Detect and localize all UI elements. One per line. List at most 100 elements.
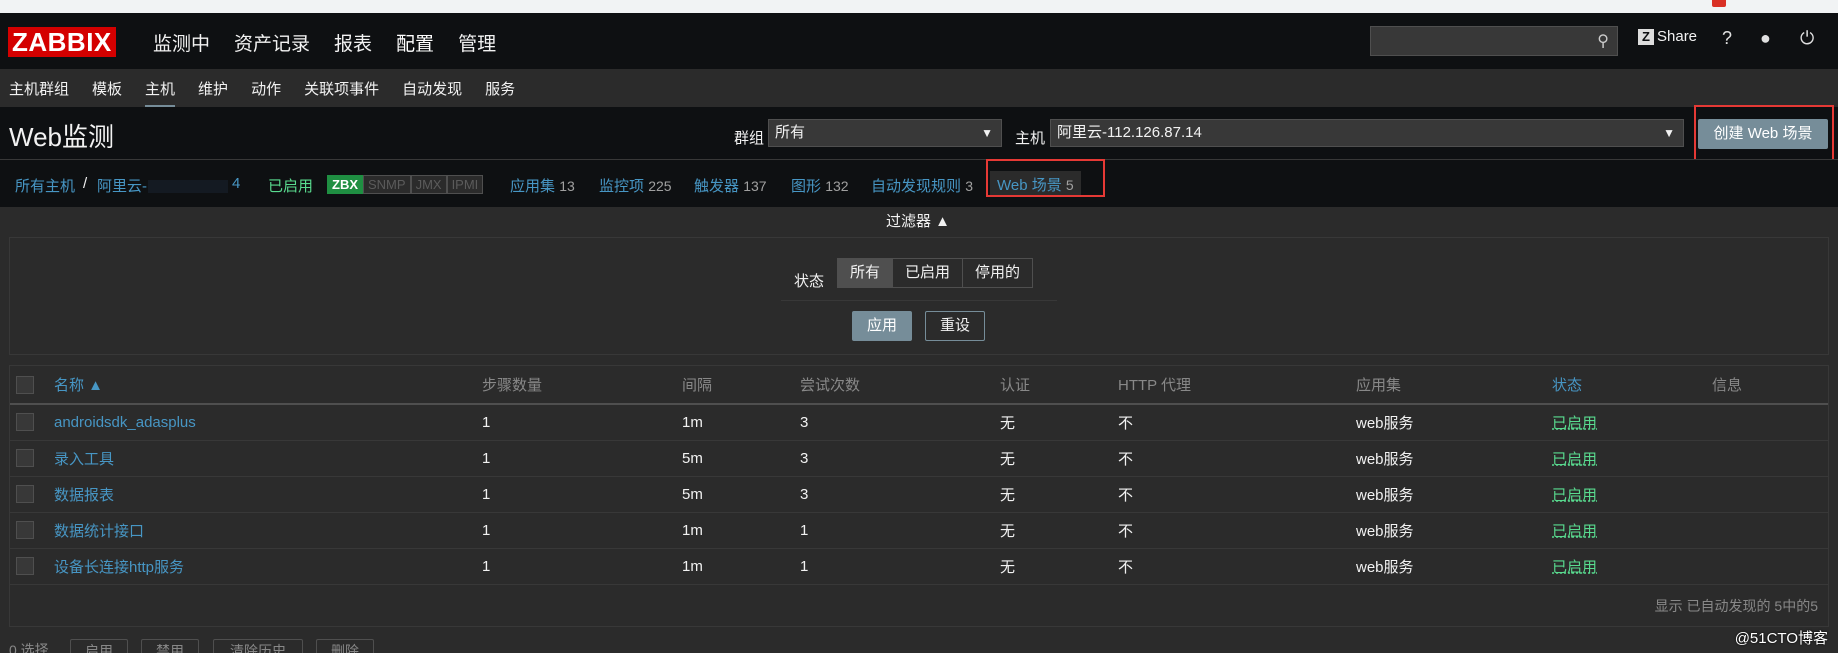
top-header: ZABBIX 监测中 资产记录 报表 配置 管理 ⚲ Z Share ? ● ⏻ xyxy=(0,13,1838,69)
attempts-cell: 1 xyxy=(800,512,1000,549)
group-value: 所有 xyxy=(775,124,806,141)
status-cell[interactable]: 已启用 xyxy=(1552,404,1712,441)
header-http-proxy: HTTP 代理 xyxy=(1118,366,1356,405)
user-icon[interactable]: ● xyxy=(1760,28,1771,49)
info-cell xyxy=(1712,476,1828,513)
submenu-actions[interactable]: 动作 xyxy=(251,78,281,99)
menu-monitoring[interactable]: 监测中 xyxy=(152,29,211,56)
tab-triggers[interactable]: 触发器 137 xyxy=(694,175,767,196)
row-checkbox[interactable] xyxy=(16,485,34,504)
header-attempts: 尝试次数 xyxy=(800,366,1000,405)
interval-cell: 1m xyxy=(682,548,800,585)
menu-reports[interactable]: 报表 xyxy=(333,29,373,56)
scenario-name-link[interactable]: 设备长连接http服务 xyxy=(54,548,482,585)
scenario-name-link[interactable]: androidsdk_adasplus xyxy=(54,404,482,441)
status-cell[interactable]: 已启用 xyxy=(1552,440,1712,477)
status-cell[interactable]: 已启用 xyxy=(1552,512,1712,549)
tab-graphs-label: 图形 xyxy=(791,178,822,195)
auth-cell: 无 xyxy=(1000,404,1118,441)
row-select-cell xyxy=(10,512,54,549)
row-checkbox[interactable] xyxy=(16,449,34,468)
help-icon[interactable]: ? xyxy=(1722,28,1732,49)
submenu-discovery[interactable]: 自动发现 xyxy=(402,78,462,99)
chevron-down-icon: ▼ xyxy=(1663,126,1675,140)
redacted-mark xyxy=(148,180,228,193)
header-name-label: 名称 ▲ xyxy=(54,377,104,394)
application-cell: web服务 xyxy=(1356,440,1552,477)
auth-cell: 无 xyxy=(1000,548,1118,585)
search-input[interactable]: ⚲ xyxy=(1370,26,1618,56)
tab-discovery-rules-count: 3 xyxy=(965,178,973,194)
select-all-checkbox[interactable] xyxy=(16,375,34,394)
status-link[interactable]: 已启用 xyxy=(1552,523,1597,540)
breadcrumb-all-hosts[interactable]: 所有主机 xyxy=(15,175,75,196)
status-option-disabled[interactable]: 停用的 xyxy=(963,259,1033,287)
status-cell[interactable]: 已启用 xyxy=(1552,476,1712,513)
tab-applications[interactable]: 应用集 13 xyxy=(510,175,575,196)
group-select[interactable]: 所有 ▼ xyxy=(768,119,1002,147)
scenario-name-link[interactable]: 数据统计接口 xyxy=(54,512,482,549)
row-select-cell xyxy=(10,404,54,441)
clear-history-button[interactable]: 清除历史 xyxy=(213,639,303,653)
tab-discovery-rules[interactable]: 自动发现规则 3 xyxy=(871,175,973,196)
header-status[interactable]: 状态 xyxy=(1552,366,1712,405)
proxy-cell: 不 xyxy=(1118,404,1356,441)
host-status-enabled[interactable]: 已启用 xyxy=(268,175,313,196)
apply-button[interactable]: 应用 xyxy=(852,311,912,341)
host-value: 阿里云-112.126.87.14 xyxy=(1057,124,1202,141)
power-icon[interactable]: ⏻ xyxy=(1800,28,1814,49)
filter-tab[interactable]: 过滤器 ▲ xyxy=(861,207,975,237)
status-link[interactable]: 已启用 xyxy=(1552,451,1597,468)
highlight-box xyxy=(1694,105,1834,161)
tab-triggers-label: 触发器 xyxy=(694,178,740,195)
menu-inventory[interactable]: 资产记录 xyxy=(233,29,311,56)
zabbix-logo[interactable]: ZABBIX xyxy=(8,27,116,57)
auth-cell: 无 xyxy=(1000,440,1118,477)
search-icon[interactable]: ⚲ xyxy=(1597,31,1609,51)
breadcrumb-host-suffix[interactable]: 4 xyxy=(232,175,240,192)
table-row: 录入工具 1 5m 3 无 不 web服务 已启用 xyxy=(10,440,1828,477)
status-link[interactable]: 已启用 xyxy=(1552,559,1597,576)
reset-button[interactable]: 重设 xyxy=(925,311,985,341)
menu-administration[interactable]: 管理 xyxy=(457,29,497,56)
status-option-enabled[interactable]: 已启用 xyxy=(893,259,964,287)
disable-button[interactable]: 禁用 xyxy=(141,639,199,653)
submenu-maintenance[interactable]: 维护 xyxy=(198,78,228,99)
share-icon: Z xyxy=(1638,28,1654,45)
menu-configuration[interactable]: 配置 xyxy=(395,29,435,56)
tab-items[interactable]: 监控项 225 xyxy=(599,175,672,196)
recording-icon xyxy=(1712,0,1726,7)
submenu-correlation[interactable]: 关联项事件 xyxy=(304,78,379,99)
enable-button[interactable]: 启用 xyxy=(70,639,128,653)
auth-cell: 无 xyxy=(1000,512,1118,549)
breadcrumb-host[interactable]: 阿里云- xyxy=(97,175,147,196)
submenu-services[interactable]: 服务 xyxy=(485,78,515,99)
tab-graphs[interactable]: 图形 132 xyxy=(791,175,849,196)
scenario-name-link[interactable]: 录入工具 xyxy=(54,440,482,477)
header-steps: 步骤数量 xyxy=(482,366,682,405)
status-link[interactable]: 已启用 xyxy=(1552,487,1597,504)
header-name[interactable]: 名称 ▲ xyxy=(54,366,482,405)
tab-applications-count: 13 xyxy=(559,178,575,194)
share-button[interactable]: Z Share xyxy=(1638,28,1697,45)
submenu-host-groups[interactable]: 主机群组 xyxy=(9,78,69,99)
row-checkbox[interactable] xyxy=(16,557,34,576)
submenu-templates[interactable]: 模板 xyxy=(92,78,122,99)
row-checkbox[interactable] xyxy=(16,413,34,432)
proxy-cell: 不 xyxy=(1118,440,1356,477)
table-row: 设备长连接http服务 1 1m 1 无 不 web服务 已启用 xyxy=(10,548,1828,585)
status-option-all[interactable]: 所有 xyxy=(838,259,894,287)
table-row: 数据报表 1 5m 3 无 不 web服务 已启用 xyxy=(10,476,1828,513)
info-cell xyxy=(1712,404,1828,441)
host-select[interactable]: 阿里云-112.126.87.14 ▼ xyxy=(1050,119,1684,147)
filter-divider xyxy=(781,300,1057,301)
tab-triggers-count: 137 xyxy=(743,178,767,194)
status-cell[interactable]: 已启用 xyxy=(1552,548,1712,585)
status-link[interactable]: 已启用 xyxy=(1552,415,1597,432)
steps-cell: 1 xyxy=(482,548,682,585)
row-checkbox[interactable] xyxy=(16,521,34,540)
delete-button[interactable]: 删除 xyxy=(316,639,374,653)
scenario-name-link[interactable]: 数据报表 xyxy=(54,476,482,513)
proxy-cell: 不 xyxy=(1118,512,1356,549)
submenu-hosts[interactable]: 主机 xyxy=(145,78,176,108)
